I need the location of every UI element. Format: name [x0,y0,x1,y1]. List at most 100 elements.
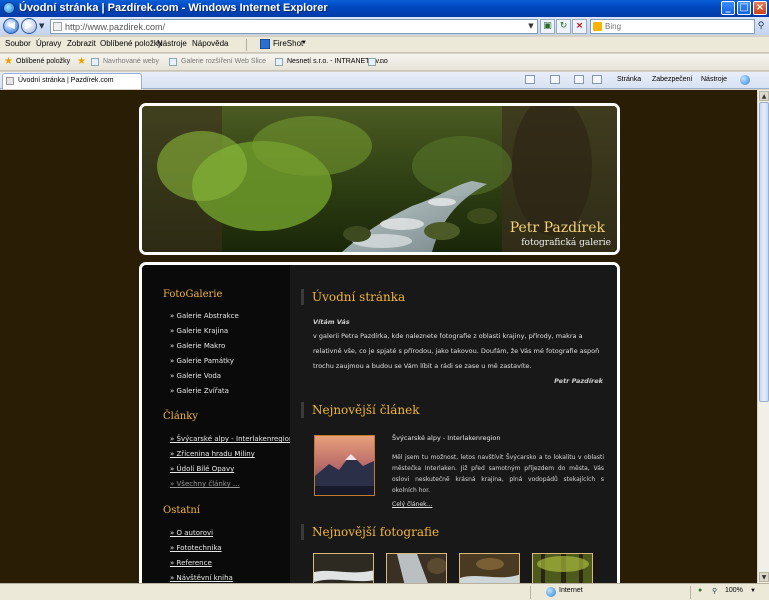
tab-home[interactable]: Úvodní stránka | Pazdírek.com [2,73,142,89]
sidebar-item-guestbook[interactable]: » Návštěvní kniha [170,574,233,582]
content: Úvodní stránka Vítám Vás v galerii Petra… [290,265,617,583]
url-input[interactable] [65,20,525,33]
minimize-button[interactable]: _ [721,1,735,15]
site-title: Petr Pazdírek [509,220,605,236]
address-bar: ◀ ▶ ▼ ▼ ▣ ↻ × ⚲ [0,17,769,35]
mail-icon[interactable] [574,75,584,84]
menu-file[interactable]: Soubor [5,39,31,48]
compatibility-icon[interactable]: ▣ [540,19,555,34]
menu-bar: Soubor Úpravy Zobrazit Oblíbené položky … [0,37,769,53]
feeds-icon[interactable] [550,75,560,84]
sidebar-item-label: O autorovi [176,529,214,537]
web-slice-icon [169,58,177,66]
main-frame: FotoGalerie » Galerie Abstrakce » Galeri… [139,262,620,583]
internet-zone-icon [546,587,556,597]
safety-menu[interactable]: Zabezpečení [652,76,692,83]
fav-no[interactable]: no [380,58,388,65]
fav-web-slice[interactable]: Galerie rozšíření Web Slice [181,58,266,65]
add-favorite-icon[interactable]: ★ [77,56,86,67]
search-input[interactable] [605,20,735,33]
history-dropdown-icon[interactable]: ▼ [39,22,44,30]
stream-photo [460,554,519,583]
scroll-down-icon[interactable]: ▼ [759,572,769,582]
search-icon[interactable]: ⚲ [755,19,767,34]
back-button[interactable]: ◀ [3,18,19,34]
menu-view[interactable]: Zobrazit [67,39,96,48]
header-banner: Petr Pazdírek fotografická galerie [139,103,620,255]
vertical-scrollbar[interactable]: ▲ ▼ [757,90,769,583]
refresh-button[interactable]: ↻ [556,19,571,34]
sidebar-item-label: Švýcarské alpy - Interlakenregion [176,435,294,443]
bing-icon [593,22,602,31]
sidebar-item-zvirata[interactable]: » Galerie Zvířata [170,387,229,395]
article-thumbnail[interactable] [314,435,375,496]
sidebar-item-about[interactable]: » O autorovi [170,529,213,537]
status-divider [690,586,691,599]
menu-tools[interactable]: Nástroje [157,39,187,48]
sidebar-item-abstrakce[interactable]: » Galerie Abstrakce [170,312,239,320]
sidebar-item-makro[interactable]: » Galerie Makro [170,342,225,350]
fav-suggested-sites[interactable]: Navrhované weby [103,58,159,65]
protected-mode-icon[interactable]: ● [698,587,702,594]
site-subtitle: fotografická galerie [521,238,611,248]
forward-button[interactable]: ▶ [21,18,37,34]
intro-heading: Úvodní stránka [301,289,405,305]
page-menu[interactable]: Stránka [617,76,641,83]
fireshot-dropdown-icon[interactable]: ▼ [301,40,307,46]
status-bar: Internet ● ⚲ 100% ▼ [0,583,769,600]
zoom-dropdown-icon[interactable]: ▼ [750,588,756,594]
sidebar: FotoGalerie » Galerie Abstrakce » Galeri… [142,265,293,583]
sidebar-item-all-articles[interactable]: » Všechny články ... [170,480,240,488]
zoom-icon[interactable]: ⚲ [712,587,717,595]
forest-photo [533,554,592,583]
stop-button[interactable]: × [572,19,587,34]
url-dropdown-icon[interactable]: ▼ [525,20,537,33]
sidebar-item-bila-opava[interactable]: » Údolí Bílé Opavy [170,465,234,473]
maximize-button[interactable]: □ [737,1,751,15]
help-icon[interactable] [740,75,750,85]
sidebar-item-pamatky[interactable]: » Galerie Památky [170,357,234,365]
close-button[interactable]: × [753,1,767,15]
read-more-link[interactable]: Celý článek... [392,501,432,508]
window-title: Úvodní stránka | Pazdírek.com - Windows … [19,2,328,14]
zoom-level[interactable]: 100% [725,587,743,594]
scroll-thumb[interactable] [759,102,769,402]
tab-label: Úvodní stránka | Pazdírek.com [18,77,114,84]
menu-edit[interactable]: Úpravy [36,39,61,48]
menu-separator [246,39,247,51]
sidebar-item-label: Galerie Voda [176,372,222,380]
waterfall-photo [314,554,373,583]
fireshot-button[interactable]: FireShot [273,39,303,48]
tools-menu[interactable]: Nástroje [701,76,727,83]
print-icon[interactable] [592,75,602,84]
mountain-sunset-photo [315,436,374,495]
intro-signature: Petr Pazdírek [554,377,603,385]
sidebar-item-label: Návštěvní kniha [176,574,233,582]
search-field[interactable] [590,19,755,34]
favorites-star-icon: ★ [4,56,13,67]
sidebar-item-milnty[interactable]: » Zřícenina hradu Miliny [170,450,255,458]
sidebar-item-krajina[interactable]: » Galerie Krajina [170,327,228,335]
tab-row: Úvodní stránka | Pazdírek.com Stránka Za… [0,72,769,89]
scroll-up-icon[interactable]: ▲ [759,91,769,101]
url-field[interactable]: ▼ [50,19,538,34]
tab-page-icon [6,77,14,85]
sidebar-heading-other: Ostatní [163,505,200,516]
sidebar-item-fototechnika[interactable]: » Fototechnika [170,544,222,552]
sidebar-item-label: Galerie Krajina [176,327,229,335]
menu-favorites[interactable]: Oblíbené položky [100,39,162,48]
sidebar-item-label: Galerie Zvířata [176,387,229,395]
latest-photo[interactable] [459,553,520,583]
sidebar-item-reference[interactable]: » Reference [170,559,212,567]
latest-photo[interactable] [532,553,593,583]
no-icon [368,58,376,66]
latest-photo[interactable] [313,553,374,583]
latest-photo[interactable] [386,553,447,583]
home-icon[interactable] [525,75,535,84]
menu-help[interactable]: Nápověda [192,39,228,48]
sidebar-item-voda[interactable]: » Galerie Voda [170,372,221,380]
favorites-button[interactable]: Oblíbené položky [16,58,70,65]
article-title[interactable]: Švýcarské alpy - Interlakenregion [392,434,501,442]
sidebar-item-svycarske-alpy[interactable]: » Švýcarské alpy - Interlakenregion [170,435,293,443]
favorites-bar: ★ Oblíbené položky ★ Navrhované weby Gal… [0,54,769,71]
